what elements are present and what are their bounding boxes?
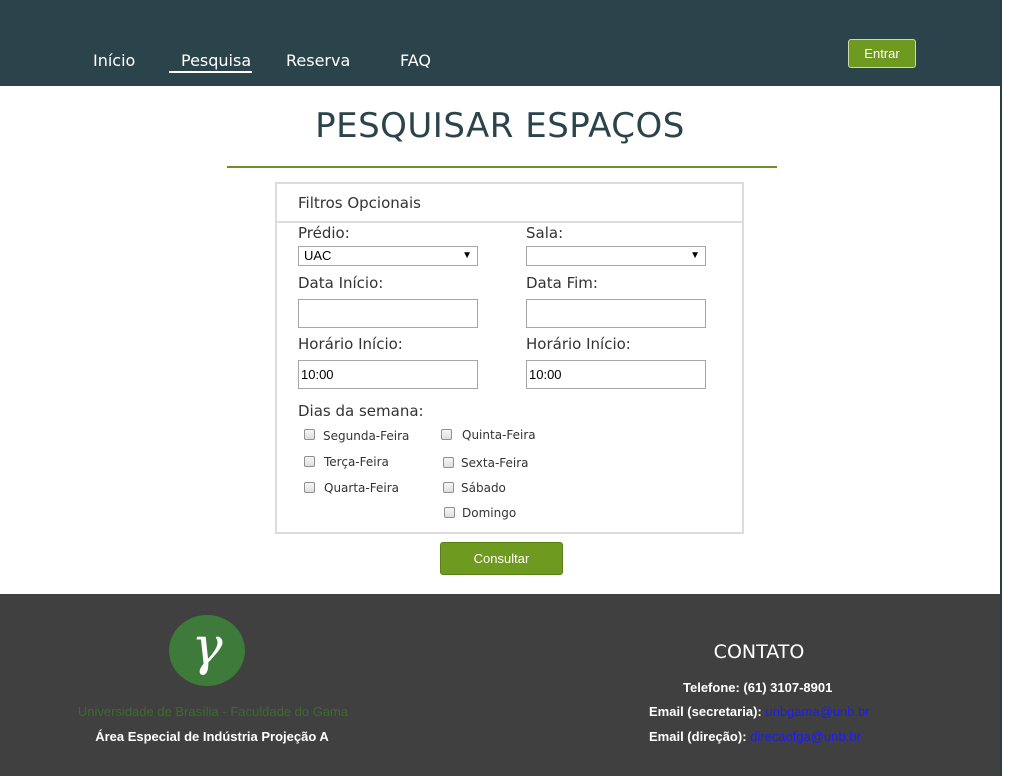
page-title: PESQUISAR ESPAÇOS	[315, 106, 685, 146]
login-button[interactable]: Entrar	[848, 39, 916, 68]
data-fim-label: Data Fim:	[526, 274, 598, 292]
window-right-edge	[1000, 0, 1002, 776]
checkbox-terca[interactable]	[304, 456, 315, 467]
checkbox-label-domingo: Domingo	[462, 506, 517, 520]
university-logo: γ	[169, 615, 245, 686]
footer	[0, 594, 1000, 776]
checkbox-label-terca: Terça-Feira	[324, 455, 389, 469]
data-inicio-label: Data Início:	[298, 274, 384, 292]
contact-phone: Telefone: (61) 3107-8901	[683, 680, 833, 695]
checkbox-label-segunda: Segunda-Feira	[323, 429, 410, 443]
email-direcao-label: Email (direção):	[649, 729, 747, 744]
nav-link-reserva[interactable]: Reserva	[286, 51, 350, 70]
nav-link-faq[interactable]: FAQ	[400, 51, 431, 70]
sala-label: Sala:	[526, 224, 564, 242]
checkbox-quinta[interactable]	[441, 429, 452, 440]
checkbox-sexta[interactable]	[443, 457, 454, 468]
checkbox-label-quinta: Quinta-Feira	[462, 428, 536, 442]
filters-panel-title: Filtros Opcionais	[298, 194, 421, 212]
horario-inicio-input[interactable]: 10:00	[298, 360, 478, 389]
data-fim-input[interactable]	[526, 299, 706, 328]
horario-inicio-label: Horário Início:	[298, 335, 403, 353]
email-direcao-link[interactable]: direcaofga@unb.br	[750, 729, 861, 744]
horario-fim-input[interactable]: 10:00	[526, 360, 706, 389]
email-secretaria-label: Email (secretaria):	[649, 704, 762, 719]
checkbox-quarta[interactable]	[304, 482, 315, 493]
checkbox-segunda[interactable]	[304, 429, 315, 440]
email-secretaria-link[interactable]: unbgama@unb.br	[765, 704, 869, 719]
predio-select[interactable]: UAC ▼	[298, 246, 478, 266]
title-divider	[227, 166, 777, 168]
dropdown-arrow-icon: ▼	[690, 250, 700, 261]
contact-email-direcao: Email (direção): direcaofga@unb.br	[649, 729, 861, 744]
contact-email-secretaria: Email (secretaria): unbgama@unb.br	[649, 704, 870, 719]
sala-select[interactable]: ▼	[526, 246, 706, 266]
checkbox-label-quarta: Quarta-Feira	[324, 481, 399, 495]
nav-active-indicator	[169, 71, 252, 73]
predio-select-value: UAC	[304, 248, 332, 263]
checkbox-label-sexta: Sexta-Feira	[461, 456, 529, 470]
data-inicio-input[interactable]	[298, 299, 478, 328]
gamma-logo-icon: γ	[191, 617, 223, 677]
checkbox-domingo[interactable]	[444, 507, 455, 518]
checkbox-sabado[interactable]	[443, 482, 454, 493]
consultar-button[interactable]: Consultar	[440, 542, 563, 575]
nav-link-inicio[interactable]: Início	[93, 51, 135, 70]
university-name: Universidade de Brasília - Faculdade do …	[77, 704, 349, 719]
page: Início Pesquisa Reserva FAQ Entrar PESQU…	[0, 0, 1000, 776]
filters-panel-header: Filtros Opcionais	[277, 184, 742, 223]
nav-link-pesquisa[interactable]: Pesquisa	[181, 51, 251, 70]
top-navbar: Início Pesquisa Reserva FAQ Entrar	[0, 0, 1000, 86]
predio-label: Prédio:	[298, 224, 350, 242]
university-address: Área Especial de Indústria Projeção A	[95, 729, 329, 744]
dias-semana-label: Dias da semana:	[298, 402, 424, 420]
dropdown-arrow-icon: ▼	[462, 250, 472, 261]
horario-fim-label: Horário Início:	[526, 335, 631, 353]
checkbox-label-sabado: Sábado	[461, 481, 506, 495]
contact-title: CONTATO	[713, 641, 805, 663]
